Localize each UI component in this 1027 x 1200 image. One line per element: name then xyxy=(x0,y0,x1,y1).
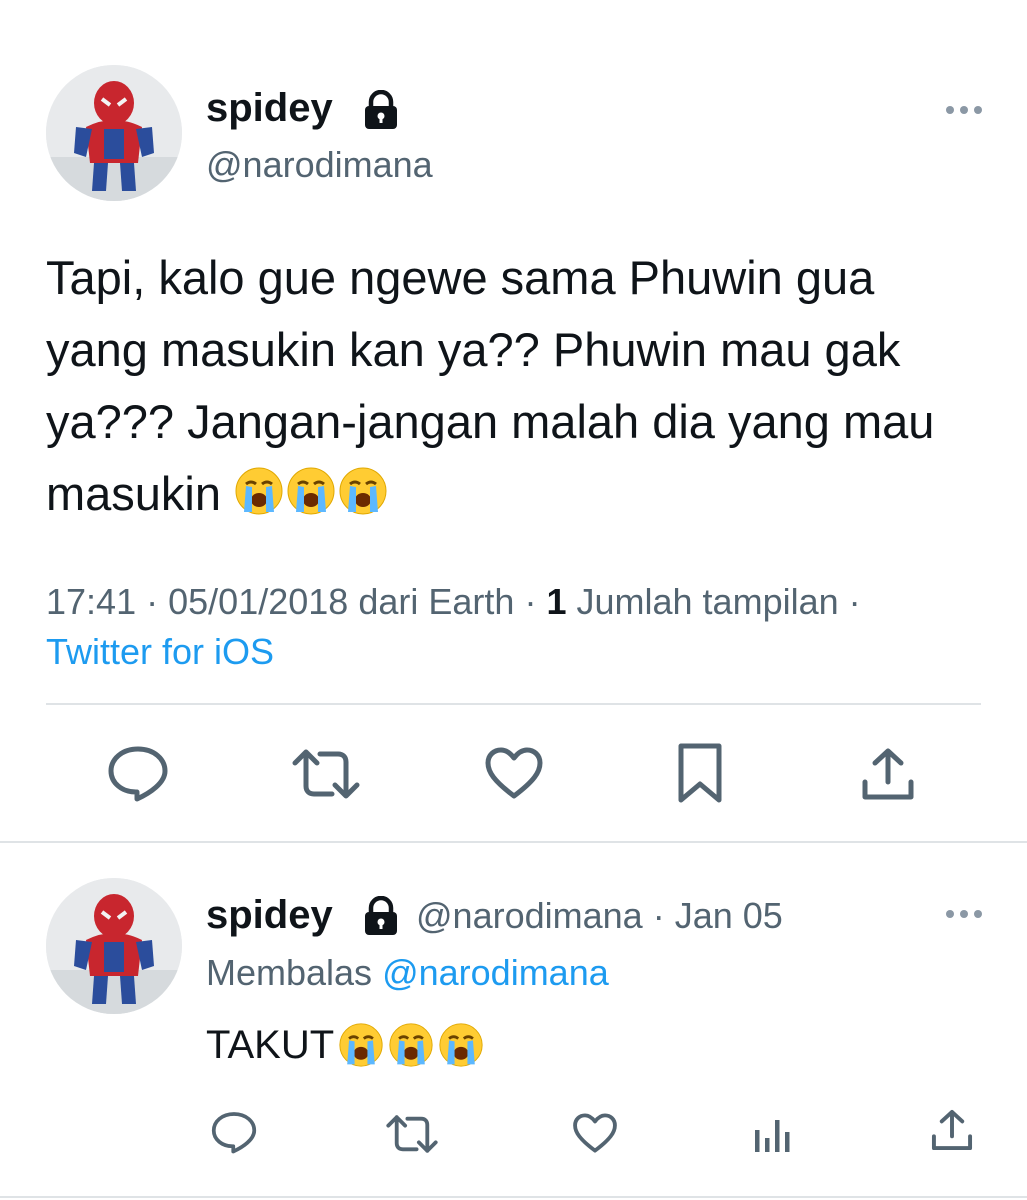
tweet-location[interactable]: Earth xyxy=(428,581,514,622)
tweet-body: Tapi, kalo gue ngewe sama Phuwin gua yan… xyxy=(46,251,935,520)
separator: · xyxy=(524,581,537,622)
like-icon[interactable] xyxy=(484,746,544,800)
reply-avatar[interactable] xyxy=(46,878,182,1014)
reply-text: TAKUT xyxy=(206,1022,484,1068)
author-handle[interactable]: @narodimana xyxy=(206,144,433,186)
reply-icon[interactable] xyxy=(106,744,170,802)
tweet-date[interactable]: 05/01/2018 xyxy=(168,581,348,622)
lock-icon xyxy=(365,896,397,935)
author-name[interactable]: spidey xyxy=(206,86,333,131)
reply-icon[interactable] xyxy=(210,1110,258,1154)
retweet-icon[interactable] xyxy=(386,1114,438,1154)
separator: · xyxy=(848,581,861,622)
location-prefix: dari xyxy=(358,581,419,622)
analytics-icon[interactable] xyxy=(752,1112,794,1154)
views-label: Jumlah tampilan xyxy=(576,581,839,622)
tweet-text: Tapi, kalo gue ngewe sama Phuwin gua yan… xyxy=(46,242,986,530)
loudly-crying-face-icon xyxy=(439,1023,483,1067)
share-icon[interactable] xyxy=(860,746,916,802)
tweet-source-link[interactable]: Twitter for iOS xyxy=(46,631,274,672)
section-divider xyxy=(0,841,1027,843)
reply-handle-line: @narodimana · Jan 05 xyxy=(416,895,783,937)
loudly-crying-face-icon xyxy=(339,1023,383,1067)
replying-label: Membalas xyxy=(206,952,373,993)
reply-author-name[interactable]: spidey xyxy=(206,893,333,938)
tweet-meta: 17:41 · 05/01/2018 dari Earth · 1 Jumlah… xyxy=(46,577,1006,677)
replying-to: Membalas @narodimana xyxy=(206,952,609,994)
loudly-crying-face-icon xyxy=(339,467,387,515)
more-options-icon[interactable] xyxy=(944,908,984,920)
replying-to-link[interactable]: @narodimana xyxy=(382,952,609,993)
loudly-crying-face-icon xyxy=(287,467,335,515)
bookmark-icon[interactable] xyxy=(676,742,724,804)
loudly-crying-face-icon xyxy=(235,467,283,515)
more-options-icon[interactable] xyxy=(944,104,984,116)
bottom-divider xyxy=(0,1196,1027,1198)
tweet-thread: spidey @narodimana Tapi, kalo gue ngewe … xyxy=(0,0,1027,1200)
separator: · xyxy=(146,581,159,622)
divider xyxy=(46,703,981,705)
retweet-icon[interactable] xyxy=(292,748,360,800)
views-count: 1 xyxy=(546,581,567,622)
emoji-group xyxy=(234,466,388,516)
reply-body: TAKUT xyxy=(206,1022,335,1067)
reply-date[interactable]: Jan 05 xyxy=(675,895,783,936)
share-icon[interactable] xyxy=(930,1108,974,1152)
avatar[interactable] xyxy=(46,65,182,201)
tweet-time[interactable]: 17:41 xyxy=(46,581,136,622)
loudly-crying-face-icon xyxy=(389,1023,433,1067)
separator: · xyxy=(652,895,665,936)
like-icon[interactable] xyxy=(572,1112,618,1154)
lock-icon xyxy=(365,90,397,129)
reply-author-handle[interactable]: @narodimana xyxy=(416,895,643,936)
